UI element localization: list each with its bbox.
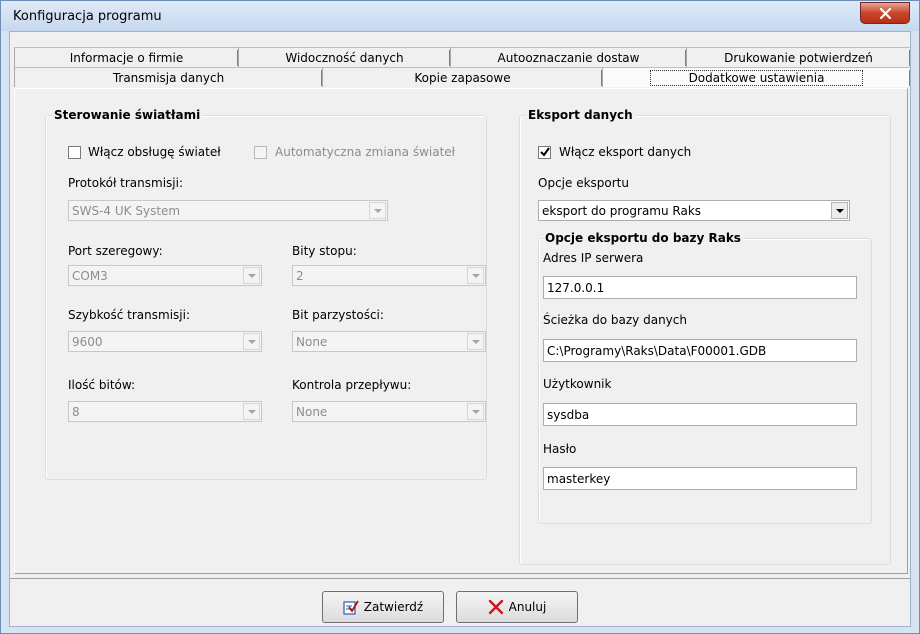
- enable-lights-checkbox[interactable]: [68, 146, 81, 159]
- window-title: Konfiguracja programu: [13, 9, 162, 24]
- data-bits-value: 8: [72, 405, 80, 419]
- enable-lights-label: Włącz obsługę świateł: [88, 145, 221, 159]
- password-field[interactable]: masterkey: [543, 467, 857, 490]
- flow-control-select[interactable]: None: [292, 401, 486, 422]
- protocol-value: SWS-4 UK System: [72, 204, 181, 218]
- tab-kopie-zapasowe[interactable]: Kopie zapasowe: [322, 67, 602, 87]
- parity-value: None: [296, 335, 328, 349]
- chevron-down-icon: [243, 333, 260, 350]
- client-area: Informacje o firmie Widoczność danych Au…: [9, 31, 911, 627]
- close-button[interactable]: [860, 2, 910, 24]
- auto-change-lights-label: Automatyczna zmiana świateł: [275, 145, 456, 159]
- db-path-field[interactable]: C:\Programy\Raks\Data\F00001.GDB: [543, 339, 857, 362]
- tab-row-2: Transmisja danych Kopie zapasowe Dodatko…: [14, 67, 910, 87]
- chevron-down-icon: [467, 403, 484, 420]
- tab-row-1: Informacje o firmie Widoczność danych Au…: [14, 47, 910, 67]
- port-label: Port szeregowy:: [68, 244, 163, 258]
- protocol-label: Protokół transmisji:: [68, 176, 184, 190]
- password-label: Hasło: [543, 442, 577, 456]
- baud-label: Szybkość transmisji:: [68, 308, 190, 322]
- stop-bits-select[interactable]: 2: [292, 265, 486, 286]
- raks-options-group: Opcje eksportu do bazy Raks Adres IP ser…: [538, 231, 872, 524]
- confirm-check-icon: [343, 600, 359, 615]
- server-ip-field[interactable]: 127.0.0.1: [543, 276, 857, 299]
- tab-label: Kopie zapasowe: [414, 71, 511, 85]
- cancel-button-label: Anuluj: [508, 600, 547, 614]
- baud-value: 9600: [72, 335, 103, 349]
- data-bits-select[interactable]: 8: [68, 401, 262, 422]
- user-field[interactable]: sysdba: [543, 403, 857, 426]
- stop-bits-label: Bity stopu:: [292, 244, 357, 258]
- footer-bar: Zatwierdź Anuluj: [10, 578, 910, 626]
- lights-group-title: Sterowanie światłami: [52, 108, 203, 122]
- user-label: Użytkownik: [543, 377, 612, 391]
- cancel-x-icon: [488, 599, 503, 615]
- port-value: COM3: [72, 269, 108, 283]
- close-icon: [879, 8, 892, 19]
- tab-widocznosc-danych[interactable]: Widoczność danych: [238, 47, 450, 67]
- tab-dodatkowe-ustawienia[interactable]: Dodatkowe ustawienia: [602, 67, 910, 87]
- tab-autooznaczanie-dostaw[interactable]: Autooznaczanie dostaw: [450, 47, 686, 67]
- confirm-button-label: Zatwierdź: [363, 600, 424, 614]
- export-group-title: Eksport danych: [526, 108, 635, 122]
- chevron-down-icon: [243, 267, 260, 284]
- flow-control-value: None: [296, 405, 328, 419]
- parity-select[interactable]: None: [292, 331, 486, 352]
- tab-label: Dodatkowe ustawienia: [649, 70, 864, 86]
- port-select[interactable]: COM3: [68, 265, 262, 286]
- tab-label: Informacje o firmie: [69, 51, 184, 65]
- db-path-label: Ścieżka do bazy danych: [543, 313, 687, 327]
- raks-options-title: Opcje eksportu do bazy Raks: [543, 231, 743, 245]
- protocol-select[interactable]: SWS-4 UK System: [68, 200, 388, 221]
- tab-drukowanie-potwierdzen[interactable]: Drukowanie potwierdzeń: [686, 47, 910, 67]
- flow-control-label: Kontrola przepływu:: [292, 378, 412, 392]
- config-window: Konfiguracja programu Informacje o firmi…: [0, 0, 920, 634]
- title-bar[interactable]: Konfiguracja programu: [1, 1, 919, 31]
- tab-label: Autooznaczanie dostaw: [497, 51, 640, 65]
- chevron-down-icon: [243, 403, 260, 420]
- tab-label: Widoczność danych: [285, 51, 404, 65]
- chevron-down-icon: [467, 333, 484, 350]
- export-options-label: Opcje eksportu: [538, 176, 629, 190]
- cancel-button[interactable]: Anuluj: [456, 591, 578, 623]
- auto-change-lights-checkbox[interactable]: [254, 146, 267, 159]
- tab-informacje-o-firmie[interactable]: Informacje o firmie: [14, 47, 238, 67]
- tab-label: Transmisja danych: [112, 71, 225, 85]
- chevron-down-icon: [467, 267, 484, 284]
- tab-transmisja-danych[interactable]: Transmisja danych: [14, 67, 322, 87]
- check-icon: [540, 147, 550, 157]
- export-options-select[interactable]: eksport do programu Raks: [538, 200, 850, 221]
- tab-page-dodatkowe-ustawienia: Sterowanie światłami Włącz obsługę świat…: [14, 88, 908, 574]
- parity-label: Bit parzystości:: [292, 308, 384, 322]
- enable-export-checkbox[interactable]: [538, 146, 551, 159]
- enable-export-label: Włącz eksport danych: [559, 145, 692, 159]
- lights-group: Sterowanie światłami Włącz obsługę świat…: [45, 108, 487, 480]
- export-group: Eksport danych Włącz eksport danych Opcj…: [519, 108, 891, 565]
- server-ip-label: Adres IP serwera: [543, 251, 644, 265]
- chevron-down-icon: [831, 202, 848, 219]
- data-bits-label: Ilość bitów:: [68, 378, 136, 392]
- tab-label: Drukowanie potwierdzeń: [724, 51, 873, 65]
- chevron-down-icon: [369, 202, 386, 219]
- confirm-button[interactable]: Zatwierdź: [322, 591, 444, 623]
- export-options-value: eksport do programu Raks: [542, 204, 702, 218]
- baud-select[interactable]: 9600: [68, 331, 262, 352]
- stop-bits-value: 2: [296, 269, 304, 283]
